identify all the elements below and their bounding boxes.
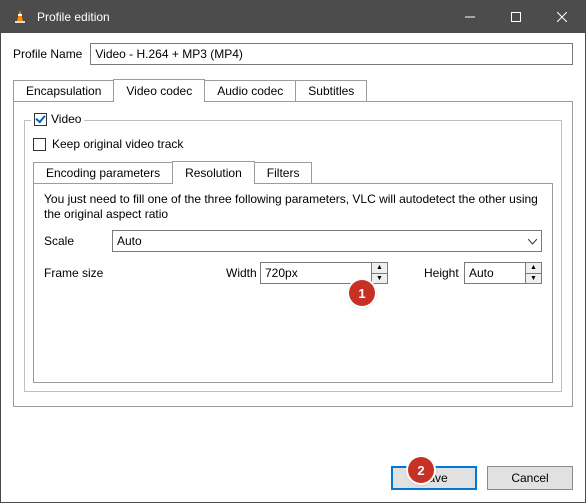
width-value: 720px — [261, 263, 371, 283]
width-step-up[interactable]: ▲ — [372, 263, 387, 274]
maximize-button[interactable] — [493, 1, 539, 33]
width-step-down[interactable]: ▼ — [372, 274, 387, 284]
tab-subtitles[interactable]: Subtitles — [295, 80, 367, 101]
window-title: Profile edition — [37, 10, 447, 24]
video-checkbox[interactable] — [34, 113, 47, 126]
tab-audio-codec[interactable]: Audio codec — [204, 80, 296, 101]
scale-select[interactable]: Auto — [112, 230, 542, 252]
save-button[interactable]: Save — [391, 466, 477, 490]
tab-filters[interactable]: Filters — [254, 162, 313, 183]
video-checkbox-label: Video — [51, 112, 81, 126]
titlebar: Profile edition — [1, 1, 585, 33]
tab-resolution[interactable]: Resolution — [172, 161, 255, 184]
height-value: Auto — [465, 263, 525, 283]
app-icon — [9, 6, 31, 28]
tab-encoding-parameters[interactable]: Encoding parameters — [33, 162, 173, 183]
cancel-button[interactable]: Cancel — [487, 466, 573, 490]
profile-edition-window: Profile edition Profile Name Encapsulati… — [0, 0, 586, 503]
resolution-hint: You just need to fill one of the three f… — [44, 192, 542, 222]
profile-name-label: Profile Name — [13, 47, 82, 61]
scale-label: Scale — [44, 234, 112, 248]
main-tabstrip: Encapsulation Video codec Audio codec Su… — [13, 79, 573, 101]
tab-encapsulation[interactable]: Encapsulation — [13, 80, 114, 101]
scale-value: Auto — [117, 234, 142, 248]
video-group: Video Keep original video track Encoding… — [24, 120, 562, 392]
callout-1: 1 — [349, 280, 375, 306]
callout-2: 2 — [408, 457, 434, 483]
chevron-down-icon — [525, 234, 539, 248]
height-step-down[interactable]: ▼ — [526, 274, 541, 284]
tab-video-codec[interactable]: Video codec — [113, 79, 205, 102]
height-spin[interactable]: Auto ▲▼ — [464, 262, 542, 284]
minimize-button[interactable] — [447, 1, 493, 33]
profile-name-input[interactable] — [90, 43, 573, 65]
height-step-up[interactable]: ▲ — [526, 263, 541, 274]
resolution-pane: You just need to fill one of the three f… — [33, 183, 553, 383]
height-label: Height — [424, 266, 464, 280]
close-button[interactable] — [539, 1, 585, 33]
main-tab-body: Video Keep original video track Encoding… — [13, 101, 573, 407]
inner-tabstrip: Encoding parameters Resolution Filters — [33, 161, 553, 183]
dialog-footer: Save Cancel — [1, 456, 585, 502]
keep-original-label: Keep original video track — [52, 137, 183, 151]
width-spin[interactable]: 720px ▲▼ — [260, 262, 388, 284]
width-label: Width — [226, 266, 260, 280]
keep-original-checkbox[interactable] — [33, 138, 46, 151]
frame-size-label: Frame size — [44, 266, 226, 280]
